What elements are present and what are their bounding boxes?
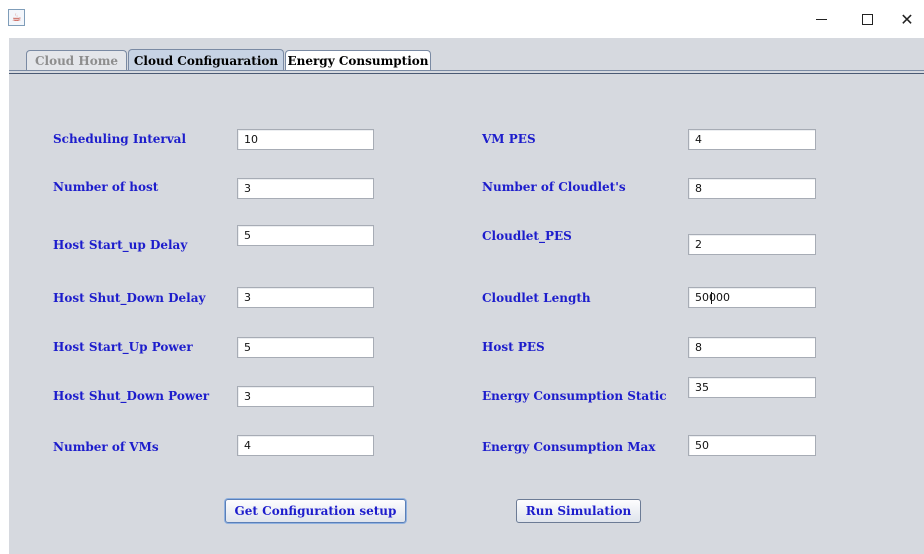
- energy-consumption-static-label: Energy Consumption Static: [482, 389, 667, 403]
- energy-consumption-max-field[interactable]: 50: [688, 435, 816, 456]
- number-of-cloudlets-label: Number of Cloudlet's: [482, 180, 626, 194]
- tab-divider: [9, 70, 924, 71]
- main-panel: Cloud Home Cloud Configuaration Energy C…: [9, 38, 924, 554]
- number-of-vms-field[interactable]: 4: [237, 435, 374, 456]
- vm-pes-field[interactable]: 4: [688, 129, 816, 150]
- tab-divider-shadow: [9, 73, 924, 74]
- number-of-vms-label: Number of VMs: [53, 440, 159, 454]
- text-cursor: [711, 292, 712, 304]
- cloudlet-pes-field[interactable]: 2: [688, 234, 816, 255]
- tab-energy-consumption[interactable]: Energy Consumption: [285, 50, 431, 71]
- number-of-host-label: Number of host: [53, 180, 159, 194]
- host-startup-delay-label: Host Start_up Delay: [53, 238, 188, 252]
- get-configuration-setup-button[interactable]: Get Configuration setup: [225, 499, 406, 523]
- maximize-icon[interactable]: [844, 0, 890, 38]
- close-icon[interactable]: ✕: [890, 0, 924, 38]
- minimize-icon[interactable]: [798, 0, 844, 38]
- tab-cloud-configuration[interactable]: Cloud Configuaration: [128, 49, 284, 71]
- host-pes-label: Host PES: [482, 340, 545, 354]
- energy-consumption-static-field[interactable]: 35: [688, 377, 816, 398]
- host-shutdown-delay-label: Host Shut_Down Delay: [53, 291, 206, 305]
- host-shutdown-power-label: Host Shut_Down Power: [53, 389, 210, 403]
- cloudlet-length-field[interactable]: 50000: [688, 287, 816, 308]
- number-of-host-field[interactable]: 3: [237, 178, 374, 199]
- cloudlet-pes-label: Cloudlet_PES: [482, 229, 572, 243]
- java-cup-icon: ☕: [8, 9, 25, 26]
- host-startup-delay-field[interactable]: 5: [237, 225, 374, 246]
- host-shutdown-power-field[interactable]: 3: [237, 386, 374, 407]
- scheduling-interval-field[interactable]: 10: [237, 129, 374, 150]
- tab-cloud-home[interactable]: Cloud Home: [26, 50, 127, 71]
- vm-pes-label: VM PES: [482, 132, 536, 146]
- host-pes-field[interactable]: 8: [688, 337, 816, 358]
- host-startup-power-field[interactable]: 5: [237, 337, 374, 358]
- energy-consumption-max-label: Energy Consumption Max: [482, 440, 656, 454]
- host-shutdown-delay-field[interactable]: 3: [237, 287, 374, 308]
- run-simulation-button[interactable]: Run Simulation: [516, 499, 641, 523]
- scheduling-interval-label: Scheduling Interval: [53, 132, 187, 146]
- number-of-cloudlets-field[interactable]: 8: [688, 178, 816, 199]
- host-startup-power-label: Host Start_Up Power: [53, 340, 193, 354]
- cloudlet-length-label: Cloudlet Length: [482, 291, 591, 305]
- window-titlebar: ☕ ✕: [0, 0, 924, 38]
